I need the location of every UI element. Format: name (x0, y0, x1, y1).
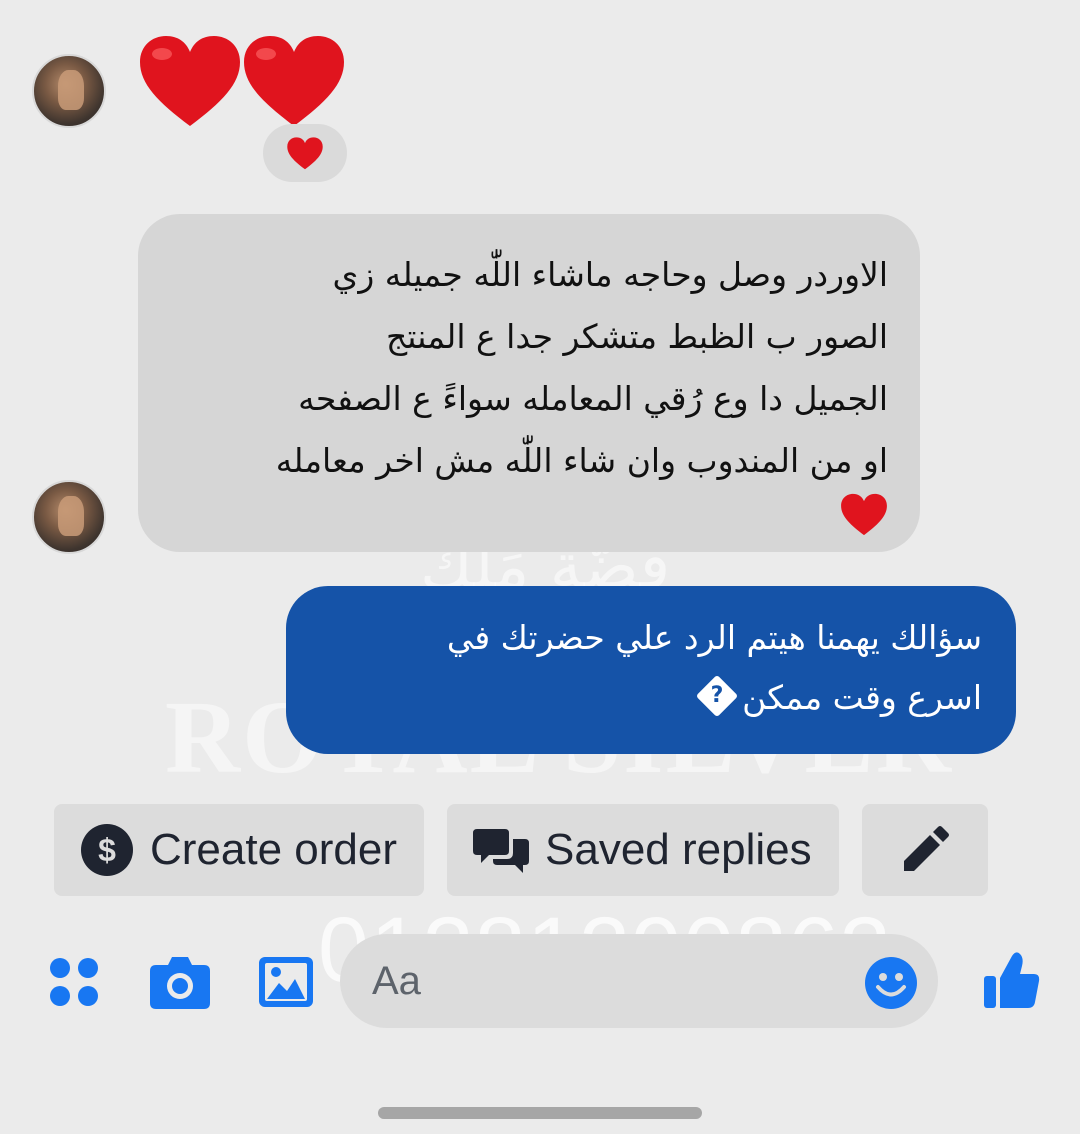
edit-button[interactable] (862, 804, 988, 896)
message-line: الجميل دا وع رُقي المعامله سواءً ع الصفح… (298, 379, 888, 418)
sender-avatar[interactable] (32, 54, 106, 128)
home-indicator[interactable] (378, 1107, 702, 1119)
message-heart-line (178, 492, 888, 550)
message-line: اسرع وقت ممكن? (326, 668, 982, 728)
message-input[interactable]: Aa (340, 934, 938, 1028)
sender-avatar[interactable] (32, 480, 106, 554)
incoming-message-bubble[interactable]: الاوردر وصل وحاجه ماشاء اللّٰه جميله زي … (138, 214, 920, 552)
outgoing-message-bubble[interactable]: سؤالك يهمنا هيتم الرد علي حضرتك في اسرع … (286, 586, 1016, 754)
question-icon: ? (695, 674, 739, 717)
message-line: او من المندوب وان شاء اللّٰه مش اخر معام… (275, 441, 888, 480)
message-text: اسرع وقت ممكن (742, 678, 982, 717)
gallery-icon[interactable] (258, 956, 314, 1008)
dollar-icon: $ (80, 823, 134, 877)
chat-bubbles-icon (473, 825, 529, 875)
heart-emoji-icon (841, 493, 887, 536)
heart-reaction-icon (287, 137, 323, 170)
message-line: الاوردر وصل وحاجه ماشاء اللّٰه جميله زي (332, 255, 888, 294)
thumbs-up-icon[interactable] (984, 950, 1040, 1010)
pencil-icon (900, 825, 950, 875)
saved-replies-button[interactable]: Saved replies (447, 804, 839, 896)
message-line: الصور ب الظبط متشكر جدا ع المنتج (385, 317, 888, 356)
heart-emoji-icon (140, 36, 344, 126)
svg-text:$: $ (98, 832, 116, 868)
message-input-placeholder: Aa (372, 958, 421, 1003)
message-line: سؤالك يهمنا هيتم الرد علي حضرتك في (446, 618, 982, 657)
camera-icon[interactable] (150, 954, 210, 1010)
emoji-icon[interactable] (864, 956, 918, 1010)
apps-grid-icon[interactable] (48, 956, 100, 1008)
create-order-label: Create order (150, 825, 398, 874)
reaction-badge[interactable] (263, 124, 347, 182)
create-order-button[interactable]: $ Create order (54, 804, 424, 896)
saved-replies-label: Saved replies (545, 825, 812, 874)
